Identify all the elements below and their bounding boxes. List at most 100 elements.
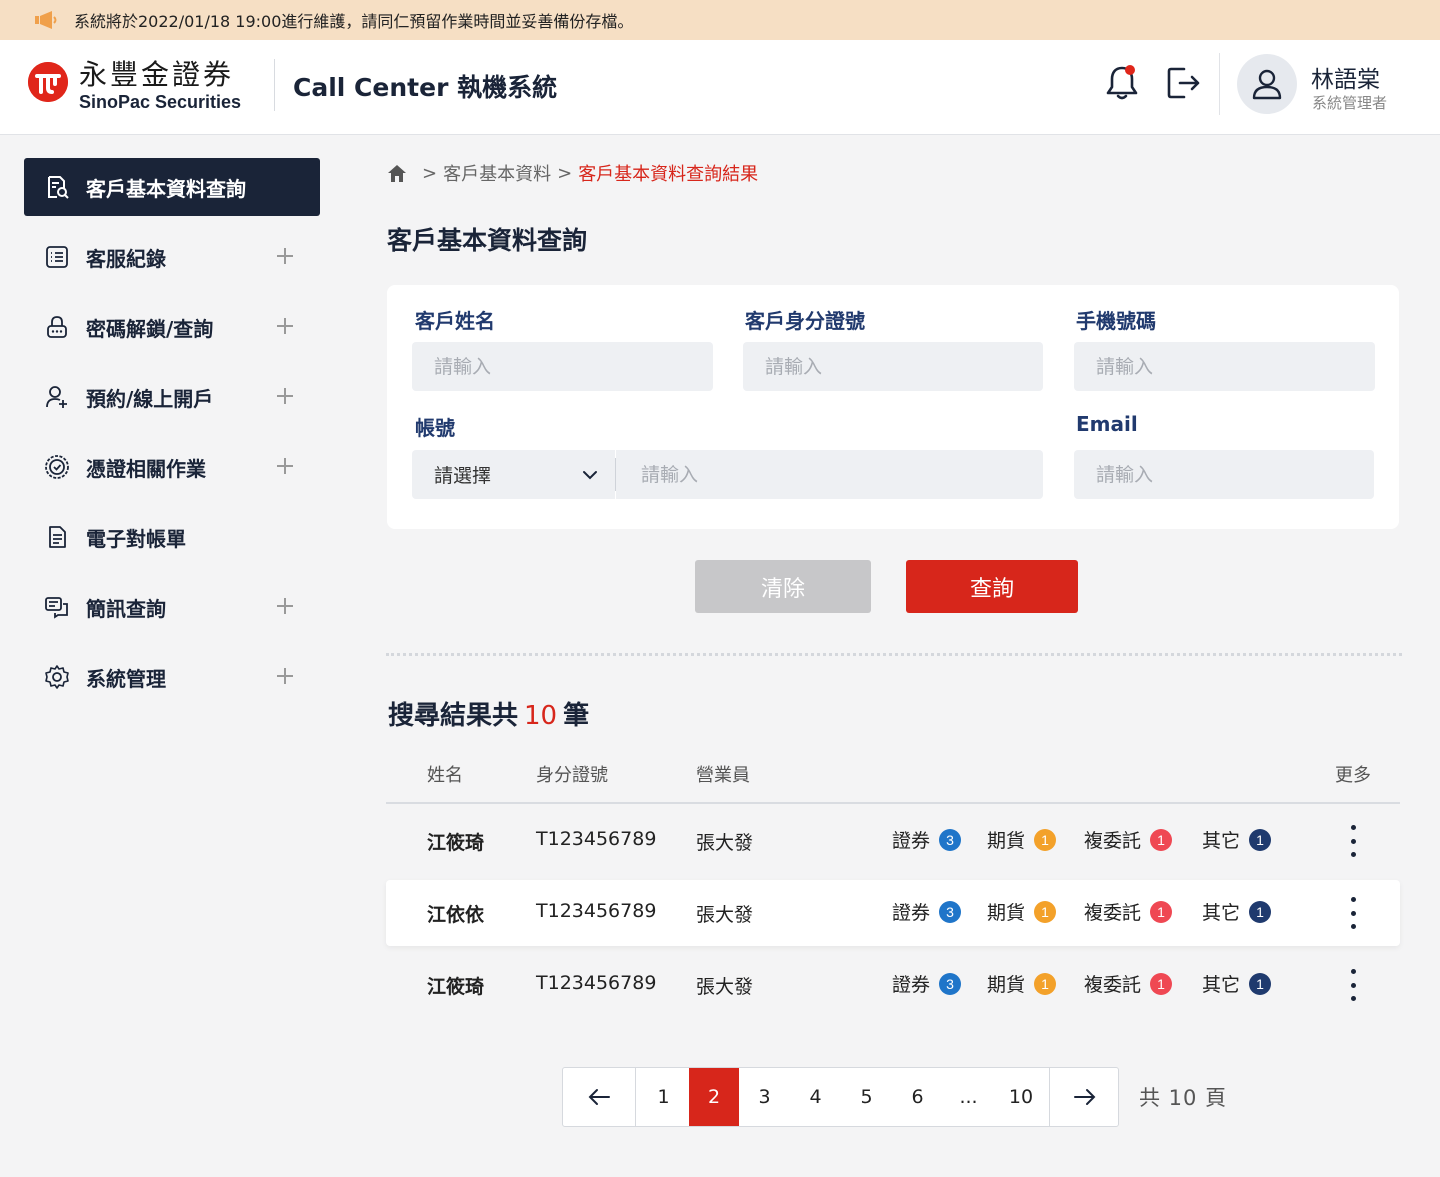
count-badge: 1 <box>1249 828 1272 851</box>
breadcrumb-separator: > <box>557 162 573 184</box>
count-badge: 1 <box>1150 972 1173 995</box>
count-badge: 1 <box>1150 900 1173 923</box>
search-form: 客戶姓名 客戶身分證號 手機號碼 帳號 請選擇 Email <box>387 285 1399 529</box>
more-options-icon[interactable] <box>1343 897 1363 929</box>
account-type-tag[interactable]: 複委託 1 <box>1084 898 1173 925</box>
account-type-label: 期貨 <box>987 830 1026 852</box>
plus-icon[interactable] <box>274 385 296 407</box>
account-type-tag[interactable]: 期貨 1 <box>987 970 1057 997</box>
page-button-current[interactable]: 2 <box>689 1068 739 1126</box>
table-row[interactable]: 江筱琦 T123456789 張大發 證券 3 期貨 1 複委託 1 其它 1 <box>386 952 1400 1018</box>
plus-icon[interactable] <box>274 315 296 337</box>
account-type-label: 期貨 <box>987 974 1026 996</box>
column-header-id: 身分證號 <box>536 765 608 786</box>
account-type-tag[interactable]: 期貨 1 <box>987 898 1057 925</box>
table-header-divider <box>386 802 1400 804</box>
account-type-tag[interactable]: 其它 1 <box>1202 826 1272 853</box>
more-options-icon[interactable] <box>1343 969 1363 1001</box>
brand-name-en: SinoPac Securities <box>79 92 242 112</box>
count-badge: 3 <box>939 972 962 995</box>
arrow-left-icon <box>588 1089 610 1105</box>
page-ellipsis: ... <box>959 1086 978 1108</box>
account-type-label: 證券 <box>892 830 931 852</box>
mobile-label: 手機號碼 <box>1076 309 1156 333</box>
avatar[interactable] <box>1237 54 1297 114</box>
account-type-tag[interactable]: 其它 1 <box>1202 970 1272 997</box>
table-row[interactable]: 江依依 T123456789 張大發 證券 3 期貨 1 複委託 1 其它 1 <box>386 880 1400 946</box>
sidebar-item-service-log[interactable]: 客服紀錄 <box>24 228 320 286</box>
logo[interactable]: 永豐金證券 SinoPac Securities <box>28 60 241 112</box>
account-type-tag[interactable]: 複委託 1 <box>1084 826 1173 853</box>
customer-id: T123456789 <box>536 828 657 850</box>
customer-id-input[interactable] <box>743 342 1043 391</box>
email-label: Email <box>1076 412 1138 436</box>
breadcrumb-link[interactable]: 客戶基本資料 <box>443 160 551 186</box>
logout-icon[interactable] <box>1164 64 1202 102</box>
column-header-agent: 營業員 <box>696 765 750 786</box>
gear-icon <box>44 664 70 690</box>
chevron-down-icon <box>581 466 599 484</box>
plus-icon[interactable] <box>274 665 296 687</box>
sidebar-item-label: 電子對帳單 <box>86 526 186 551</box>
list-icon <box>44 244 70 270</box>
account-type-label: 證券 <box>892 974 931 996</box>
account-type-label: 其它 <box>1202 902 1241 924</box>
email-input[interactable] <box>1074 450 1374 499</box>
breadcrumb-current: 客戶基本資料查詢結果 <box>578 164 759 185</box>
account-type-tag[interactable]: 證券 3 <box>892 898 962 925</box>
customer-name: 江筱琦 <box>427 976 485 998</box>
megaphone-icon <box>34 10 60 30</box>
customer-id-label: 客戶身分證號 <box>745 309 865 333</box>
customer-name-input[interactable] <box>412 342 713 391</box>
page-button[interactable]: 4 <box>790 1068 841 1126</box>
next-page-button[interactable] <box>1050 1068 1119 1126</box>
plus-icon[interactable] <box>274 595 296 617</box>
notification-bell-icon[interactable] <box>1103 62 1141 102</box>
account-input[interactable] <box>616 450 1043 499</box>
home-icon[interactable] <box>386 162 408 184</box>
prev-page-button[interactable] <box>563 1068 635 1126</box>
search-button[interactable]: 查詢 <box>906 560 1078 613</box>
account-type-tag[interactable]: 證券 3 <box>892 826 962 853</box>
page-button[interactable]: 1 <box>638 1068 689 1126</box>
app-title: Call Center 執機系統 <box>293 73 558 102</box>
customer-name: 江依依 <box>427 904 485 926</box>
account-type-tag[interactable]: 期貨 1 <box>987 826 1057 853</box>
clear-button[interactable]: 清除 <box>695 560 871 613</box>
customer-name-label: 客戶姓名 <box>415 309 495 333</box>
sidebar-item-certificate[interactable]: 憑證相關作業 <box>24 438 320 496</box>
account-type-select[interactable]: 請選擇 <box>412 450 615 499</box>
more-options-icon[interactable] <box>1343 825 1363 857</box>
mobile-input[interactable] <box>1074 342 1375 391</box>
account-label: 帳號 <box>415 416 455 440</box>
account-type-tag[interactable]: 證券 3 <box>892 970 962 997</box>
page-button[interactable]: 5 <box>841 1068 892 1126</box>
sidebar-item-sms[interactable]: 簡訊查詢 <box>24 578 320 636</box>
sidebar-item-password[interactable]: 密碼解鎖/查詢 <box>24 298 320 356</box>
page-button[interactable]: 3 <box>739 1068 790 1126</box>
sidebar-item-account-opening[interactable]: 預約/線上開戶 <box>24 368 320 426</box>
header-divider <box>274 59 275 111</box>
count-badge: 1 <box>1249 900 1272 923</box>
pagination: 1 2 3 4 5 6 ... 10 <box>562 1067 1119 1127</box>
account-type-label: 期貨 <box>987 902 1026 924</box>
plus-icon[interactable] <box>274 455 296 477</box>
sidebar-item-label: 系統管理 <box>86 666 166 691</box>
page-button[interactable]: 6 <box>892 1068 943 1126</box>
certificate-icon <box>44 454 70 480</box>
breadcrumb: > 客戶基本資料 > 客戶基本資料查詢結果 <box>386 160 758 186</box>
sidebar-item-label: 客服紀錄 <box>86 246 166 271</box>
sidebar-item-label: 客戶基本資料查詢 <box>86 176 246 201</box>
sidebar-item-customer-search[interactable]: 客戶基本資料查詢 <box>24 158 320 216</box>
account-type-tag[interactable]: 複委託 1 <box>1084 970 1173 997</box>
account-type-label: 證券 <box>892 902 931 924</box>
table-row[interactable]: 江筱琦 T123456789 張大發 證券 3 期貨 1 複委託 1 其它 1 <box>386 808 1400 874</box>
sidebar-item-system-admin[interactable]: 系統管理 <box>24 648 320 706</box>
message-icon <box>44 594 70 620</box>
plus-icon[interactable] <box>274 245 296 267</box>
customer-id: T123456789 <box>536 972 657 994</box>
account-type-tag[interactable]: 其它 1 <box>1202 898 1272 925</box>
page-button[interactable]: 10 <box>994 1068 1048 1126</box>
announcement-bar: 系統將於2022/01/18 19:00進行維護，請同仁預留作業時間並妥善備份存… <box>0 0 1440 40</box>
sidebar-item-e-statement[interactable]: 電子對帳單 <box>24 508 320 566</box>
